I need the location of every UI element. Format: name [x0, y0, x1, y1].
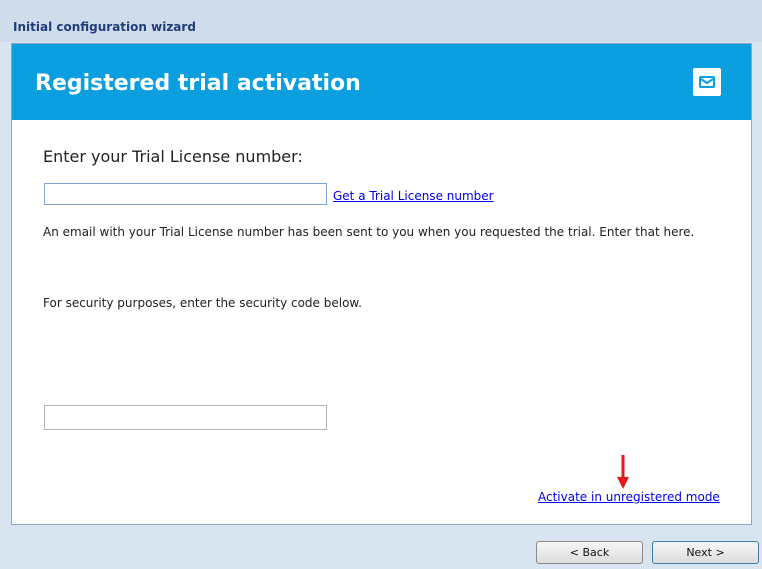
- license-heading: Enter your Trial License number:: [43, 147, 303, 166]
- security-instructions: For security purposes, enter the securit…: [43, 296, 362, 310]
- content-panel: Registered trial activation Enter your T…: [11, 43, 752, 525]
- license-number-input[interactable]: [44, 183, 327, 205]
- back-button[interactable]: < Back: [536, 541, 643, 564]
- page-title: Registered trial activation: [35, 71, 361, 96]
- wizard-window: Initial configuration wizard Registered …: [0, 0, 762, 569]
- next-button[interactable]: Next >: [652, 541, 759, 564]
- license-description: An email with your Trial License number …: [43, 225, 695, 239]
- header-banner: Registered trial activation: [12, 44, 751, 120]
- activate-unregistered-link[interactable]: Activate in unregistered mode: [538, 490, 720, 504]
- window-title: Initial configuration wizard: [13, 20, 196, 34]
- get-trial-license-link[interactable]: Get a Trial License number: [333, 189, 494, 203]
- title-bar: Initial configuration wizard: [0, 0, 762, 42]
- mail-icon: [693, 68, 721, 96]
- red-arrow-icon: [617, 455, 629, 489]
- security-code-input[interactable]: [44, 405, 327, 430]
